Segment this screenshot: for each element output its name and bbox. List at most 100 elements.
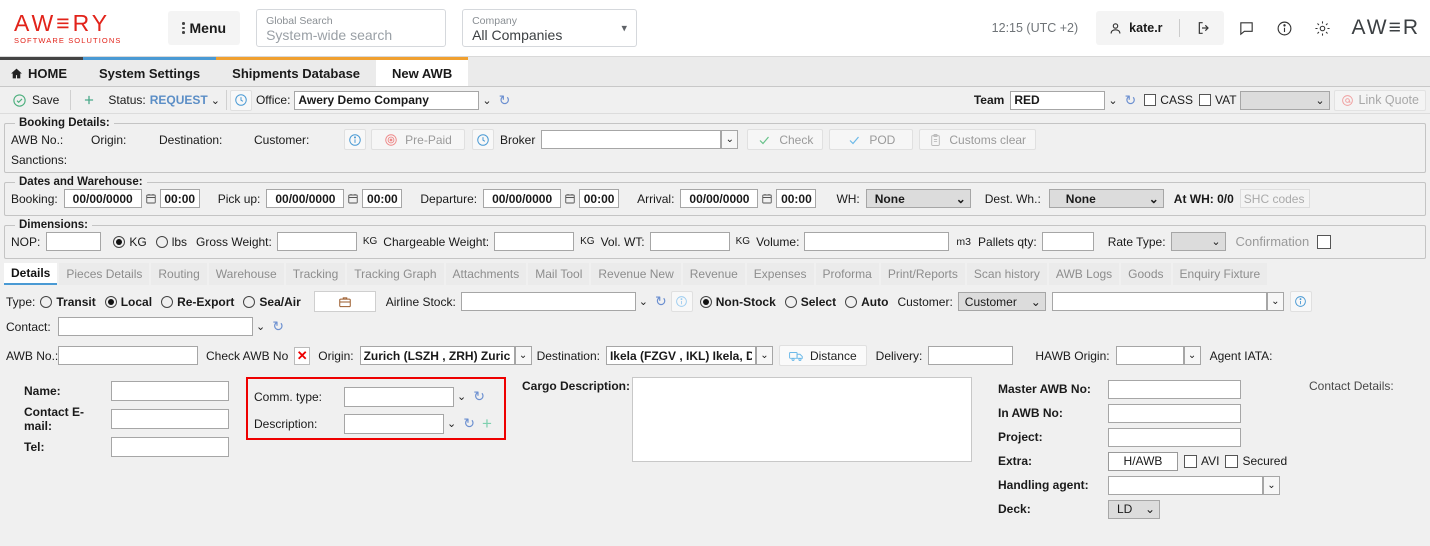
user-menu[interactable]: kate.r xyxy=(1096,11,1223,45)
vat-checkbox[interactable] xyxy=(1199,94,1211,106)
shc-codes-input[interactable]: SHC codes xyxy=(1240,189,1310,208)
tab-tracking[interactable]: Tracking xyxy=(286,263,346,285)
team-dropdown-icon[interactable]: ⌄ xyxy=(1105,94,1120,107)
customer-input[interactable] xyxy=(1052,292,1267,311)
origin-dropdown-icon[interactable]: ⌄ xyxy=(515,346,532,365)
team-input[interactable] xyxy=(1010,91,1105,110)
tab-proforma[interactable]: Proforma xyxy=(816,263,879,285)
departure-date-input[interactable] xyxy=(483,189,561,208)
airline-stock-dropdown-icon[interactable]: ⌄ xyxy=(636,295,651,308)
departure-time-input[interactable] xyxy=(579,189,619,208)
master-awb-input[interactable] xyxy=(1108,380,1241,399)
chevron-down-icon[interactable]: ▾ xyxy=(622,22,628,35)
customer-type-select[interactable]: Customer⌄ xyxy=(958,292,1046,311)
stock-auto-radio[interactable] xyxy=(845,296,857,308)
dest-wh-select[interactable]: None⌄ xyxy=(1049,189,1164,208)
secured-checkbox[interactable] xyxy=(1225,455,1238,468)
add-description-icon[interactable]: + xyxy=(479,414,492,434)
gross-weight-input[interactable] xyxy=(277,232,357,251)
contact-input[interactable] xyxy=(58,317,253,336)
tab-attachments[interactable]: Attachments xyxy=(446,263,527,285)
nav-tab-system-settings[interactable]: System Settings xyxy=(83,57,216,86)
broker-input[interactable] xyxy=(541,130,721,149)
pickup-time-input[interactable] xyxy=(362,189,402,208)
in-awb-input[interactable] xyxy=(1108,404,1241,423)
stock-non-stock-radio[interactable] xyxy=(700,296,712,308)
comm-type-refresh-icon[interactable]: ↻ xyxy=(469,388,489,405)
nop-input[interactable] xyxy=(46,232,101,251)
customs-clear-button[interactable]: Customs clear xyxy=(919,129,1036,150)
unit-kg-radio[interactable] xyxy=(113,236,125,248)
tel-input[interactable] xyxy=(111,437,229,457)
customer-info-button[interactable] xyxy=(1290,291,1312,312)
status-value[interactable]: REQUEST xyxy=(150,93,208,107)
delivery-input[interactable] xyxy=(928,346,1013,365)
tab-pieces-details[interactable]: Pieces Details xyxy=(59,263,149,285)
menu-button[interactable]: Menu xyxy=(168,11,240,45)
confirmation-checkbox[interactable] xyxy=(1317,235,1331,249)
chat-icon[interactable] xyxy=(1232,13,1262,43)
details-destination-input[interactable] xyxy=(606,346,756,365)
tab-revenue-new[interactable]: Revenue New xyxy=(591,263,680,285)
type-local-radio[interactable] xyxy=(105,296,117,308)
comm-type-input[interactable] xyxy=(344,387,454,407)
tab-warehouse[interactable]: Warehouse xyxy=(209,263,284,285)
distance-button[interactable]: Distance xyxy=(779,345,867,366)
description-input[interactable] xyxy=(344,414,444,434)
global-search-field[interactable]: Global Search System-wide search xyxy=(256,9,446,47)
project-input[interactable] xyxy=(1108,428,1241,447)
arrival-time-input[interactable] xyxy=(776,189,816,208)
office-input[interactable] xyxy=(294,91,479,110)
customer-dropdown-icon[interactable]: ⌄ xyxy=(1267,292,1284,311)
booking-time-input[interactable] xyxy=(160,189,200,208)
office-dropdown-icon[interactable]: ⌄ xyxy=(479,94,494,107)
wh-select[interactable]: None⌄ xyxy=(866,189,971,208)
tab-routing[interactable]: Routing xyxy=(151,263,206,285)
clear-awb-icon[interactable]: ✕ xyxy=(294,347,310,365)
tab-mail-tool[interactable]: Mail Tool xyxy=(528,263,589,285)
check-button[interactable]: Check xyxy=(747,129,823,150)
company-selector[interactable]: Company All Companies ▾ xyxy=(462,9,637,47)
volume-input[interactable] xyxy=(804,232,949,251)
tab-goods[interactable]: Goods xyxy=(1121,263,1170,285)
hawb-origin-input[interactable] xyxy=(1116,346,1184,365)
details-awb-no-input[interactable] xyxy=(58,346,198,365)
description-dropdown-icon[interactable]: ⌄ xyxy=(444,417,459,430)
nav-tab-home[interactable]: HOME xyxy=(0,57,83,86)
contact-dropdown-icon[interactable]: ⌄ xyxy=(253,320,268,333)
calendar-icon[interactable] xyxy=(142,188,160,209)
gear-icon[interactable] xyxy=(1308,13,1338,43)
pod-button[interactable]: POD xyxy=(829,129,913,150)
unit-lbs-radio[interactable] xyxy=(156,236,168,248)
briefcase-button[interactable] xyxy=(314,291,376,312)
link-quote-button[interactable]: Link Quote xyxy=(1334,90,1426,111)
tab-print-reports[interactable]: Print/Reports xyxy=(881,263,965,285)
type-re-export-radio[interactable] xyxy=(161,296,173,308)
pickup-date-input[interactable] xyxy=(266,189,344,208)
comm-type-dropdown-icon[interactable]: ⌄ xyxy=(454,390,469,403)
calendar-icon[interactable] xyxy=(561,188,579,209)
tab-details[interactable]: Details xyxy=(4,263,57,285)
description-refresh-icon[interactable]: ↻ xyxy=(459,415,479,432)
nav-tab-new-awb[interactable]: New AWB xyxy=(376,57,468,86)
deck-select[interactable]: LD⌄ xyxy=(1108,500,1160,519)
calendar-icon[interactable] xyxy=(758,188,776,209)
vol-wt-input[interactable] xyxy=(650,232,730,251)
tab-revenue[interactable]: Revenue xyxy=(683,263,745,285)
stock-select-radio[interactable] xyxy=(785,296,797,308)
airline-stock-input[interactable] xyxy=(461,292,636,311)
cass-checkbox[interactable] xyxy=(1144,94,1156,106)
rate-type-select[interactable]: ⌄ xyxy=(1171,232,1226,251)
booking-date-input[interactable] xyxy=(64,189,142,208)
add-button[interactable] xyxy=(74,90,104,111)
vat-select[interactable]: ⌄ xyxy=(1240,91,1330,110)
info-icon[interactable] xyxy=(1270,13,1300,43)
contact-email-input[interactable] xyxy=(111,409,229,429)
avi-checkbox[interactable] xyxy=(1184,455,1197,468)
customer-info-button[interactable] xyxy=(344,129,366,150)
global-search-input[interactable]: System-wide search xyxy=(266,27,436,43)
handling-agent-dropdown-icon[interactable]: ⌄ xyxy=(1263,476,1280,495)
details-origin-input[interactable] xyxy=(360,346,515,365)
broker-dropdown-icon[interactable]: ⌄ xyxy=(721,130,738,149)
team-refresh-icon[interactable]: ↻ xyxy=(1121,92,1141,109)
